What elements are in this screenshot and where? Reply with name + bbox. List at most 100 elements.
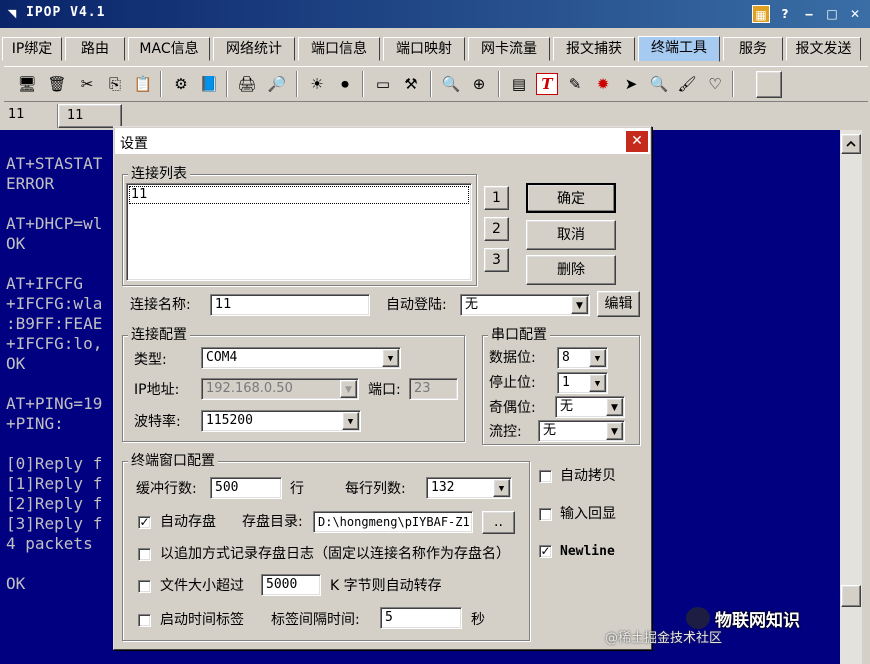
slot-3-button[interactable]: 3 (484, 248, 509, 272)
bug-icon[interactable]: ✹ (592, 73, 614, 95)
connection-name-input[interactable]: 11 (210, 294, 370, 316)
window-icon[interactable]: ▭ (372, 73, 394, 95)
brush-icon[interactable]: 🖌 (676, 73, 698, 95)
text-tool-icon[interactable]: T (536, 73, 558, 95)
baud-label: 波特率: (134, 414, 181, 430)
close-icon[interactable]: ✕ (846, 5, 864, 23)
timestamp-label: 启动时间标签 (160, 612, 244, 628)
magnifier-icon[interactable]: 🔍 (440, 73, 462, 95)
checkmark-icon: ✓ (540, 544, 551, 558)
zoom-icon[interactable]: 🔍 (648, 73, 670, 95)
connection-list-item[interactable]: 11 (129, 186, 469, 204)
chevron-down-icon[interactable]: ▼ (606, 422, 623, 440)
wechat-logo-icon (686, 607, 710, 629)
session-tab[interactable]: 11 (0, 104, 58, 128)
autologin-select[interactable]: 无 ▼ (460, 294, 590, 316)
tab-9[interactable]: 服务 (723, 37, 783, 61)
newline-checkbox[interactable]: ✓ (539, 545, 552, 558)
chevron-down-icon[interactable]: ▼ (589, 349, 606, 367)
baud-select[interactable]: 115200 ▼ (201, 410, 361, 432)
timestamp-checkbox[interactable] (138, 614, 151, 627)
autocopy-checkbox[interactable] (539, 470, 552, 483)
edit-button[interactable]: 编辑 (597, 291, 640, 317)
port-input[interactable]: 23 (409, 378, 458, 400)
app-icon[interactable]: ▦ (752, 5, 770, 23)
cut-icon[interactable]: ✂ (76, 73, 98, 95)
dialog-close-button[interactable]: ✕ (626, 131, 648, 152)
sun-icon[interactable]: ☀ (306, 73, 328, 95)
buffer-input[interactable]: 500 (210, 477, 282, 499)
network-icon[interactable]: ⚙ (170, 73, 192, 95)
cols-select[interactable]: 132 ▼ (426, 477, 512, 499)
restore-icon[interactable]: □ (823, 5, 841, 23)
chevron-down-icon[interactable]: ▼ (342, 412, 359, 430)
system-menu-icon[interactable]: ◥ (5, 7, 19, 21)
buffer-unit: 行 (290, 481, 304, 497)
help-icon[interactable]: ? (776, 5, 794, 23)
slot-2-button[interactable]: 2 (484, 217, 509, 241)
print-icon[interactable]: 🖨 (236, 73, 258, 95)
echo-checkbox[interactable] (539, 508, 552, 521)
computer-icon[interactable]: 🖥 (16, 73, 38, 95)
filesize-checkbox[interactable] (138, 580, 151, 593)
tab-0[interactable]: IP绑定 (2, 37, 62, 61)
tab-1[interactable]: 路由 (65, 37, 125, 61)
toolbar-separator (430, 71, 432, 97)
chevron-down-icon[interactable]: ▼ (606, 398, 623, 416)
chevron-down-icon[interactable]: ▼ (571, 296, 588, 314)
trash-icon[interactable]: 🗑 (46, 73, 68, 95)
stopbits-select[interactable]: 1 ▼ (557, 372, 608, 394)
terminal-scrollbar[interactable] (840, 130, 862, 664)
type-select[interactable]: COM4 ▼ (201, 347, 401, 369)
pen-icon[interactable]: ✎ (564, 73, 586, 95)
connection-listbox[interactable]: 11 (126, 183, 472, 281)
checkmark-icon: ✓ (139, 515, 150, 529)
flow-select[interactable]: 无 ▼ (538, 420, 625, 442)
tab-3[interactable]: 网络统计 (213, 37, 295, 61)
append-log-checkbox[interactable] (138, 548, 151, 561)
terminal-line: AT+STASTAT (6, 154, 103, 173)
tab-7[interactable]: 报文捕获 (553, 37, 635, 61)
record-icon[interactable]: ⏺ (334, 73, 356, 95)
chevron-down-icon[interactable]: ▼ (493, 479, 510, 497)
terminal-config-label: 终端窗口配置 (128, 453, 218, 469)
filesize-label: 文件大小超过 (160, 578, 244, 594)
tab-2[interactable]: MAC信息 (128, 37, 210, 61)
session-tab-active[interactable]: 11 (58, 104, 122, 128)
ip-select[interactable]: 192.168.0.50 ▼ (201, 378, 359, 400)
tab-8[interactable]: 终端工具 (638, 36, 720, 62)
delete-button[interactable]: 删除 (526, 255, 616, 285)
toolbar-blank-button[interactable] (756, 71, 782, 98)
help-shield-icon[interactable]: ♡ (704, 73, 726, 95)
tab-6[interactable]: 网卡流量 (468, 37, 550, 61)
autosave-checkbox[interactable]: ✓ (138, 516, 151, 529)
ok-button[interactable]: 确定 (526, 183, 616, 213)
calculator-icon[interactable]: ▤ (508, 73, 530, 95)
scroll-thumb[interactable] (841, 585, 861, 607)
parity-select[interactable]: 无 ▼ (555, 396, 625, 418)
interval-input[interactable]: 5 (380, 607, 462, 629)
databits-select[interactable]: 8 ▼ (557, 347, 608, 369)
minimize-icon[interactable]: ‒ (800, 5, 818, 23)
savedir-input[interactable]: D:\hongmeng\pIYBAF-Z1 (313, 511, 473, 533)
cancel-button[interactable]: 取消 (526, 220, 616, 250)
tab-4[interactable]: 端口信息 (298, 37, 380, 61)
databits-label: 数据位: (489, 350, 536, 366)
filesize-input[interactable]: 5000 (261, 574, 321, 596)
book-icon[interactable]: 📘 (198, 73, 220, 95)
chevron-down-icon[interactable]: ▼ (340, 380, 357, 398)
scroll-up-button[interactable] (841, 134, 861, 154)
copy-icon[interactable]: ⎘ (104, 73, 126, 95)
chevron-down-icon[interactable]: ▼ (589, 374, 606, 392)
chevron-down-icon[interactable]: ▼ (382, 349, 399, 367)
connection-config-label: 连接配置 (128, 327, 190, 343)
tab-10[interactable]: 报文发送 (786, 37, 861, 61)
browse-button[interactable]: .. (482, 511, 515, 534)
slot-1-button[interactable]: 1 (484, 186, 509, 210)
tools-icon[interactable]: ⚒ (400, 73, 422, 95)
arrow-icon[interactable]: ➤ (620, 73, 642, 95)
paste-icon[interactable]: 📋 (132, 73, 154, 95)
tab-5[interactable]: 端口映射 (383, 37, 465, 61)
target-icon[interactable]: ⊕ (468, 73, 490, 95)
find-icon[interactable]: 🔎 (266, 73, 288, 95)
